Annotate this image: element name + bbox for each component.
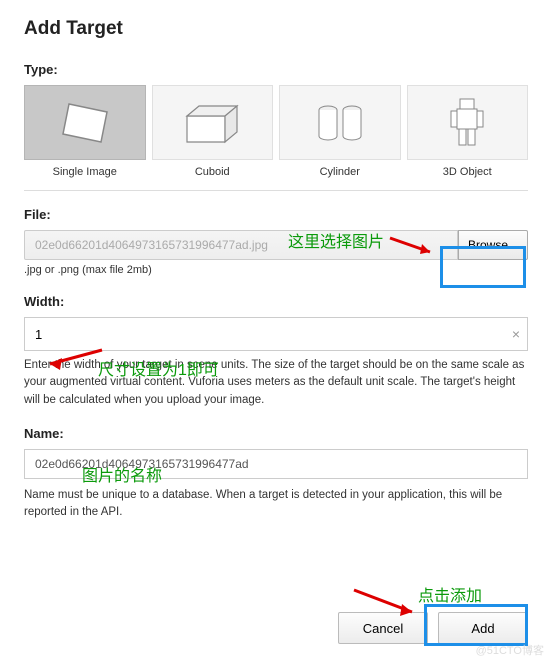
width-input[interactable]	[24, 317, 528, 351]
clear-icon[interactable]: ×	[512, 326, 520, 342]
type-caption: 3D Object	[443, 166, 492, 178]
type-caption: Cuboid	[195, 166, 230, 178]
type-cylinder[interactable]: Cylinder	[279, 85, 401, 178]
type-caption: Single Image	[53, 166, 117, 178]
dialog-title: Add Target	[24, 18, 528, 40]
cylinder-icon	[279, 85, 401, 160]
file-input[interactable]	[24, 230, 458, 260]
single-image-icon	[24, 85, 146, 160]
cancel-button[interactable]: Cancel	[338, 612, 428, 644]
type-caption: Cylinder	[320, 166, 360, 178]
name-desc: Name must be unique to a database. When …	[24, 487, 528, 522]
type-label: Type:	[24, 62, 528, 77]
type-3d-object[interactable]: 3D Object	[407, 85, 529, 178]
footer-buttons: Cancel Add	[338, 612, 528, 644]
width-desc: Enter the width of your target in scene …	[24, 357, 528, 409]
file-label: File:	[24, 207, 528, 222]
width-label: Width:	[24, 294, 528, 309]
file-hint: .jpg or .png (max file 2mb)	[24, 264, 528, 276]
type-cuboid[interactable]: Cuboid	[152, 85, 274, 178]
browse-button[interactable]: Browse...	[458, 230, 528, 260]
add-button[interactable]: Add	[438, 612, 528, 644]
name-input[interactable]	[24, 449, 528, 479]
type-single-image[interactable]: Single Image	[24, 85, 146, 178]
robot-icon	[407, 85, 529, 160]
type-selector: Single Image Cuboid Cylinder 3D	[24, 85, 528, 191]
annotation-add: 点击添加	[418, 582, 482, 606]
watermark: @51CTO博客	[476, 642, 544, 658]
name-label: Name:	[24, 426, 64, 441]
cuboid-icon	[152, 85, 274, 160]
